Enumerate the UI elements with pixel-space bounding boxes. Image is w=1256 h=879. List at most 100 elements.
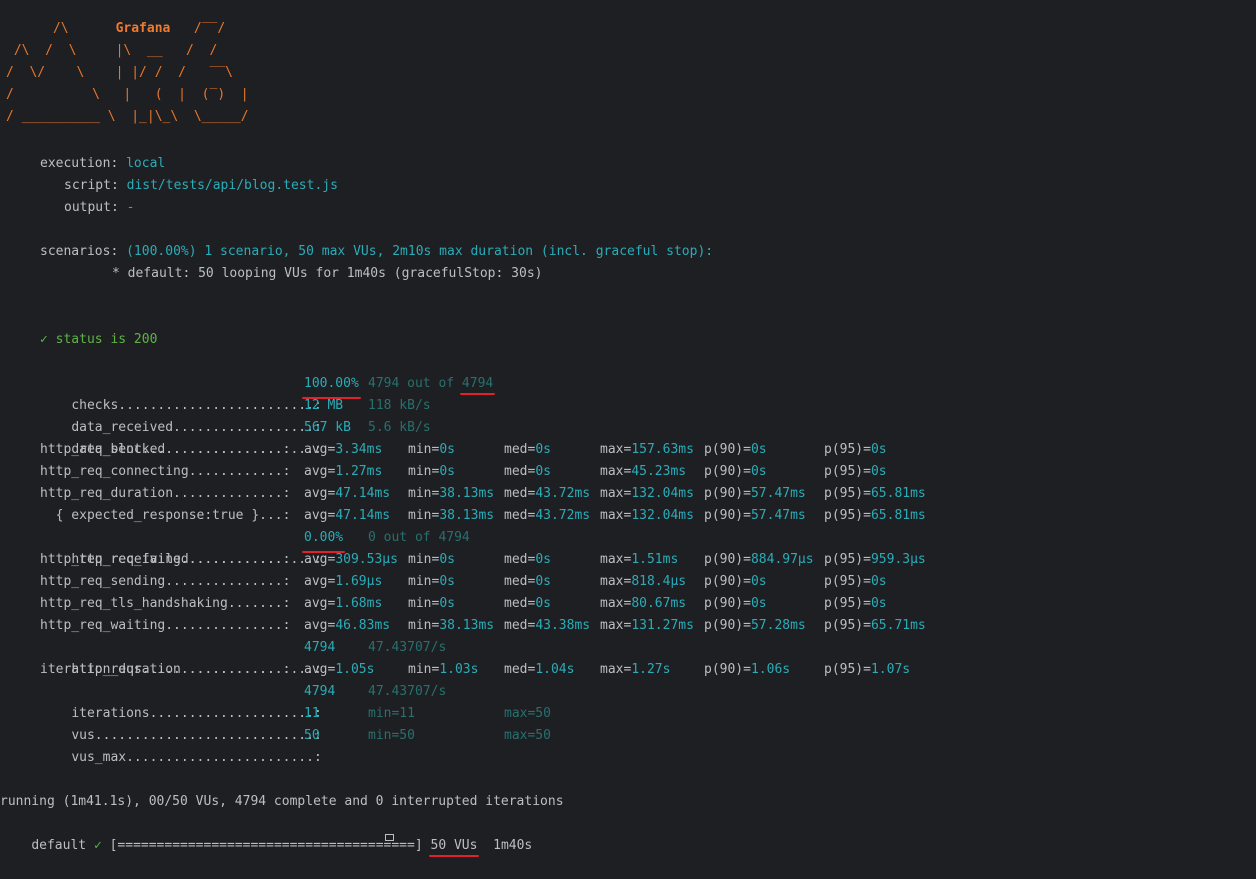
- script-value: dist/tests/api/blog.test.js: [126, 178, 338, 193]
- stat-label: p(95)=: [824, 486, 871, 501]
- stat-p95: p(95)=65.81ms: [824, 505, 926, 527]
- stat-value: 57.28ms: [750, 618, 806, 633]
- stat-label: min=: [408, 442, 440, 457]
- progress-line: default ✓ [=============================…: [0, 813, 532, 853]
- stat-med: med=43.38ms: [504, 615, 590, 637]
- checks-total: 4794: [461, 376, 494, 391]
- text-cursor: [385, 834, 394, 841]
- stat-avg: avg=3.34ms: [304, 439, 382, 461]
- stat-label: min=: [408, 464, 440, 479]
- stat-value: 1.03s: [439, 662, 479, 677]
- stat-max: max=132.04ms: [600, 483, 694, 505]
- metric-name: http_reqs......................:: [71, 662, 322, 677]
- output-value: -: [126, 200, 135, 215]
- failed-value: 0.00%: [301, 527, 346, 553]
- stat-med: med=1.04s: [504, 659, 574, 681]
- stat-avg: avg=47.14ms: [304, 505, 390, 527]
- stat-label: avg=: [304, 618, 336, 633]
- trend-row: http_req_duration..............: avg=47.1…: [40, 483, 926, 505]
- stat-label: med=: [504, 618, 536, 633]
- stat-label: p(95)=: [824, 574, 871, 589]
- stat-value: 0s: [750, 574, 767, 589]
- stat-label: p(95)=: [824, 596, 871, 611]
- stat-min: min=38.13ms: [408, 615, 494, 637]
- stat-value: 1.69µs: [335, 574, 383, 589]
- scenarios-summary: (100.00%) 1 scenario, 50 max VUs, 2m10s …: [126, 244, 714, 259]
- stat-value: 57.47ms: [750, 486, 806, 501]
- metric-name: http_req_sending...............:: [40, 574, 291, 589]
- stat-min: min=38.13ms: [408, 505, 494, 527]
- stat-max: max=132.04ms: [600, 505, 694, 527]
- stat-label: max=: [600, 508, 632, 523]
- stat-value: 1.06s: [750, 662, 791, 677]
- metric-http-reqs: http_reqs......................: 4794 47…: [40, 637, 446, 677]
- trend-row: http_req_tls_handshaking.......: avg=1.68…: [40, 593, 887, 615]
- stat-value: 0s: [439, 464, 455, 479]
- stat-p95: p(95)=1.07s: [824, 659, 910, 681]
- stat-p90: p(90)=57.47ms: [704, 505, 806, 527]
- stat-min: min=0s: [408, 571, 455, 593]
- stat-max: max=80.67ms: [600, 593, 686, 615]
- stat-min: min=38.13ms: [408, 483, 494, 505]
- stat-value: 65.81ms: [870, 508, 926, 523]
- stat-value: 43.72ms: [535, 508, 591, 523]
- stat-label: med=: [504, 662, 536, 677]
- stat-value: 0s: [535, 464, 551, 479]
- metric-name: http_req_tls_handshaking.......:: [40, 596, 291, 611]
- stat-label: max=: [600, 574, 632, 589]
- stat-label: med=: [504, 464, 536, 479]
- stat-p95: p(95)=0s: [824, 461, 887, 483]
- elapsed-duration: 1m40s: [493, 838, 533, 853]
- metric-rate: 47.43707/s: [368, 640, 447, 655]
- stat-value: 46.83ms: [335, 618, 391, 633]
- metric-value: 4794: [304, 684, 336, 699]
- stat-min: min=0s: [408, 439, 455, 461]
- stat-value: 0s: [439, 596, 455, 611]
- stat-value: 80.67ms: [631, 596, 687, 611]
- metric-min: min=11: [368, 706, 415, 721]
- execution-label: execution:: [40, 156, 119, 171]
- stat-p90: p(90)=57.47ms: [704, 483, 806, 505]
- stat-value: 45.23ms: [631, 464, 687, 479]
- metric-max: max=50: [504, 706, 551, 721]
- progress-bar: [======================================]: [109, 838, 423, 853]
- stat-p95: p(95)=65.81ms: [824, 483, 926, 505]
- stat-value: 1.68ms: [335, 596, 383, 611]
- stat-value: 65.81ms: [870, 486, 926, 501]
- stat-p95: p(95)=65.71ms: [824, 615, 926, 637]
- stat-value: 3.34ms: [335, 442, 383, 457]
- stat-label: min=: [408, 618, 440, 633]
- terminal-window[interactable]: /\ Grafana /‾‾/ /\ / \ |\ __ / / / \/ \ …: [0, 0, 1256, 853]
- stat-label: p(90)=: [704, 574, 751, 589]
- metric-name: http_req_blocked...............:: [40, 442, 291, 457]
- stat-value: 0s: [870, 596, 887, 611]
- stat-label: max=: [600, 596, 632, 611]
- stat-avg: avg=1.68ms: [304, 593, 382, 615]
- stat-label: max=: [600, 464, 632, 479]
- stat-med: med=0s: [504, 571, 551, 593]
- stat-label: avg=: [304, 464, 336, 479]
- stat-med: med=43.72ms: [504, 505, 590, 527]
- stat-label: min=: [408, 552, 440, 567]
- stat-p90: p(90)=0s: [704, 593, 767, 615]
- stat-value: 57.47ms: [750, 508, 806, 523]
- metric-value: 12 MB: [304, 398, 344, 413]
- stat-p90: p(90)=884.97µs: [704, 549, 814, 571]
- stat-value: 0s: [535, 552, 551, 567]
- script-line: script: dist/tests/api/blog.test.js: [64, 175, 338, 197]
- stat-value: 0s: [870, 464, 887, 479]
- stat-label: min=: [408, 508, 440, 523]
- stat-label: min=: [408, 596, 440, 611]
- stat-max: max=157.63ms: [600, 439, 694, 461]
- stat-label: p(90)=: [704, 662, 751, 677]
- metric-iterations: iterations.....................: 4794 47…: [40, 681, 446, 721]
- stat-avg: avg=46.83ms: [304, 615, 390, 637]
- metric-vus: vus............................: 11 min=…: [40, 703, 551, 743]
- metric-data-sent: data_sent......................: 567 kB …: [40, 417, 430, 457]
- stat-p95: p(95)=0s: [824, 439, 887, 461]
- stat-label: p(95)=: [824, 442, 871, 457]
- stat-p95: p(95)=0s: [824, 571, 887, 593]
- stat-value: 132.04ms: [631, 508, 694, 523]
- failed-extra: 0 out of 4794: [368, 530, 470, 545]
- stat-p90: p(90)=1.06s: [704, 659, 790, 681]
